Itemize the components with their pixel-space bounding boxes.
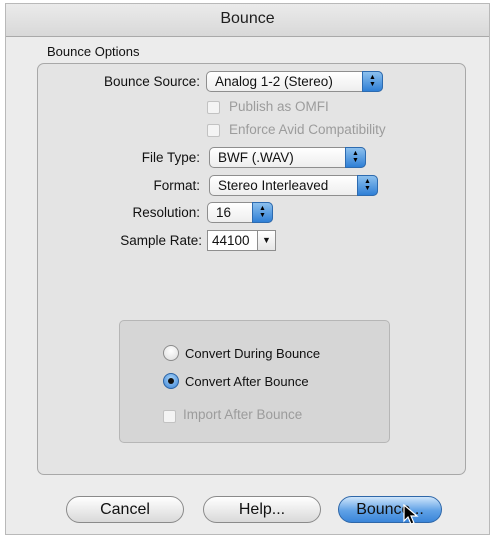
convert-after-label: Convert After Bounce [185, 374, 309, 389]
bounce-source-label: Bounce Source: [103, 74, 200, 89]
format-popup[interactable]: Stereo Interleaved ▲ ▼ [209, 175, 378, 196]
sample-rate-label: Sample Rate: [120, 233, 202, 248]
convert-after-radio[interactable] [163, 373, 179, 389]
file-type-value: BWF (.WAV) [218, 150, 294, 165]
publish-omfi-label: Publish as OMFI [229, 99, 329, 114]
bounce-button[interactable]: Bounce... [338, 496, 442, 523]
import-after-checkbox[interactable] [163, 410, 176, 423]
popup-arrows-icon: ▲ ▼ [345, 147, 366, 168]
resolution-label: Resolution: [132, 205, 200, 220]
bounce-options-label: Bounce Options [47, 44, 140, 59]
resolution-popup[interactable]: 16 ▲ ▼ [207, 202, 273, 223]
dropdown-arrow-icon[interactable]: ▼ [257, 231, 275, 250]
convert-during-radio[interactable] [163, 345, 179, 361]
help-button[interactable]: Help... [203, 496, 321, 523]
enforce-avid-checkbox[interactable] [207, 124, 220, 137]
sample-rate-combo[interactable]: 44100 ▼ [207, 230, 276, 251]
title-bar[interactable]: Bounce [6, 4, 489, 37]
popup-arrows-icon: ▲ ▼ [252, 202, 273, 223]
cancel-button[interactable]: Cancel [66, 496, 184, 523]
popup-arrows-icon: ▲ ▼ [362, 71, 383, 92]
file-type-label: File Type: [141, 150, 200, 165]
convert-during-label: Convert During Bounce [185, 346, 321, 361]
mouse-cursor-icon [403, 504, 419, 525]
bounce-source-value: Analog 1-2 (Stereo) [215, 74, 333, 89]
sample-rate-value: 44100 [212, 233, 250, 248]
publish-omfi-checkbox[interactable] [207, 101, 220, 114]
file-type-popup[interactable]: BWF (.WAV) ▲ ▼ [209, 147, 366, 168]
import-after-label: Import After Bounce [183, 407, 303, 422]
popup-arrows-icon: ▲ ▼ [357, 175, 378, 196]
format-label: Format: [153, 178, 200, 193]
window-title: Bounce [220, 10, 275, 27]
enforce-avid-label: Enforce Avid Compatibility [229, 122, 386, 137]
resolution-value: 16 [216, 205, 232, 220]
bounce-source-popup[interactable]: Analog 1-2 (Stereo) ▲ ▼ [206, 71, 383, 92]
format-value: Stereo Interleaved [218, 178, 329, 193]
